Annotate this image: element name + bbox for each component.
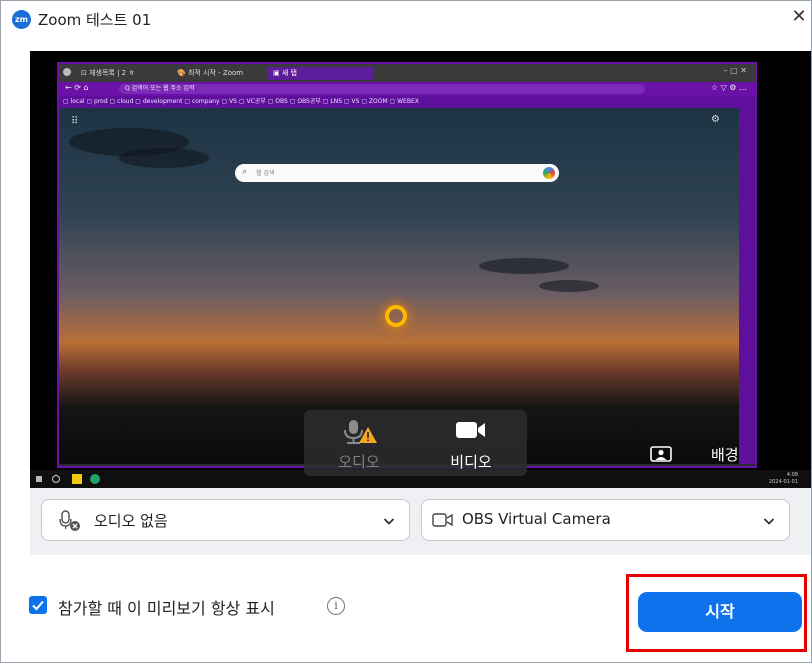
video-toggle-label: 비디오 <box>450 453 492 471</box>
video-device-select[interactable]: OBS Virtual Camera <box>421 499 790 541</box>
browser-tab: ⊡ 재생목록 | 2 ㅎ <box>81 69 135 77</box>
camera-outline-icon <box>432 512 454 532</box>
browser-actions-icon: ☆ ▽ ⚙ … <box>710 83 747 92</box>
cloud <box>539 280 599 292</box>
gear-icon: ⚙ <box>711 114 720 125</box>
browser-toolbar: ← ⟳ ⌂ Q 검색어 또는 웹 주소 입력 ☆ ▽ ⚙ … <box>59 82 755 96</box>
info-icon[interactable]: i <box>327 597 345 615</box>
audio-device-value: 오디오 없음 <box>94 512 168 530</box>
chevron-down-icon <box>763 512 775 531</box>
sun <box>385 305 407 327</box>
browser-tab-active: ▣ 새 탭 <box>267 67 373 80</box>
window-title: Zoom 테스트 01 <box>38 11 152 29</box>
background-button-label[interactable]: 배경 <box>711 444 739 465</box>
audio-toggle-button[interactable]: 오디오 <box>304 410 414 476</box>
cloud <box>479 258 569 274</box>
title-bar: zm Zoom 테스트 01 ✕ <box>0 0 812 38</box>
video-camera-icon <box>416 419 526 443</box>
captured-browser: ⊡ 재생목록 | 2 ㅎ 🎨 최적 시작 - Zoom ▣ 새 탭 – ▢ ✕ … <box>57 62 757 468</box>
checkmark-icon <box>32 600 44 611</box>
browser-icon <box>90 474 100 484</box>
cloud <box>119 148 209 168</box>
window-controls-icon: – ▢ ✕ <box>723 66 747 75</box>
chevron-down-icon <box>383 512 395 531</box>
background-portrait-icon[interactable] <box>650 446 672 462</box>
browser-tab-bar: ⊡ 재생목록 | 2 ㅎ 🎨 최적 시작 - Zoom ▣ 새 탭 – ▢ ✕ <box>59 64 755 82</box>
start-button[interactable]: 시작 <box>638 592 802 632</box>
clock-date: 2024-01-01 <box>768 479 798 485</box>
start-icon <box>36 476 42 482</box>
browser-search-box: ⌕ 웹 검색 <box>235 164 559 182</box>
always-show-preview-checkbox[interactable] <box>29 596 47 614</box>
explorer-icon <box>72 474 82 484</box>
close-button[interactable]: ✕ <box>788 6 810 28</box>
audio-toggle-label: 오디오 <box>338 453 380 471</box>
apps-grid-icon: ⠿ <box>71 116 79 127</box>
zoom-logo-icon: zm <box>12 10 31 29</box>
mic-muted-icon <box>58 510 82 536</box>
search-icon <box>52 475 60 483</box>
browser-tab: 🎨 최적 시작 - Zoom <box>177 69 244 77</box>
search-placeholder: 웹 검색 <box>256 170 275 177</box>
nav-arrows-icon: ← ⟳ ⌂ <box>65 83 89 92</box>
audio-video-toolbar: 오디오 비디오 <box>304 410 527 476</box>
assistant-icon <box>543 167 555 179</box>
video-device-value: OBS Virtual Camera <box>462 510 611 528</box>
bookmarks-bar: ▢ local ▢ prod ▢ cloud ▢ development ▢ c… <box>59 96 755 108</box>
mic-warning-icon <box>304 419 414 444</box>
taskbar-clock: 4:08 2024-01-01 <box>769 472 798 486</box>
profile-icon <box>63 68 71 76</box>
always-show-preview-label[interactable]: 참가할 때 이 미리보기 항상 표시 <box>58 595 275 619</box>
browser-address-bar: Q 검색어 또는 웹 주소 입력 <box>119 84 645 94</box>
video-toggle-button[interactable]: 비디오 <box>416 410 526 476</box>
browser-sidebar <box>739 108 755 464</box>
search-icon: ⌕ <box>242 167 248 177</box>
audio-device-select[interactable]: 오디오 없음 <box>41 499 410 541</box>
clock-time: 4:08 <box>786 472 798 478</box>
